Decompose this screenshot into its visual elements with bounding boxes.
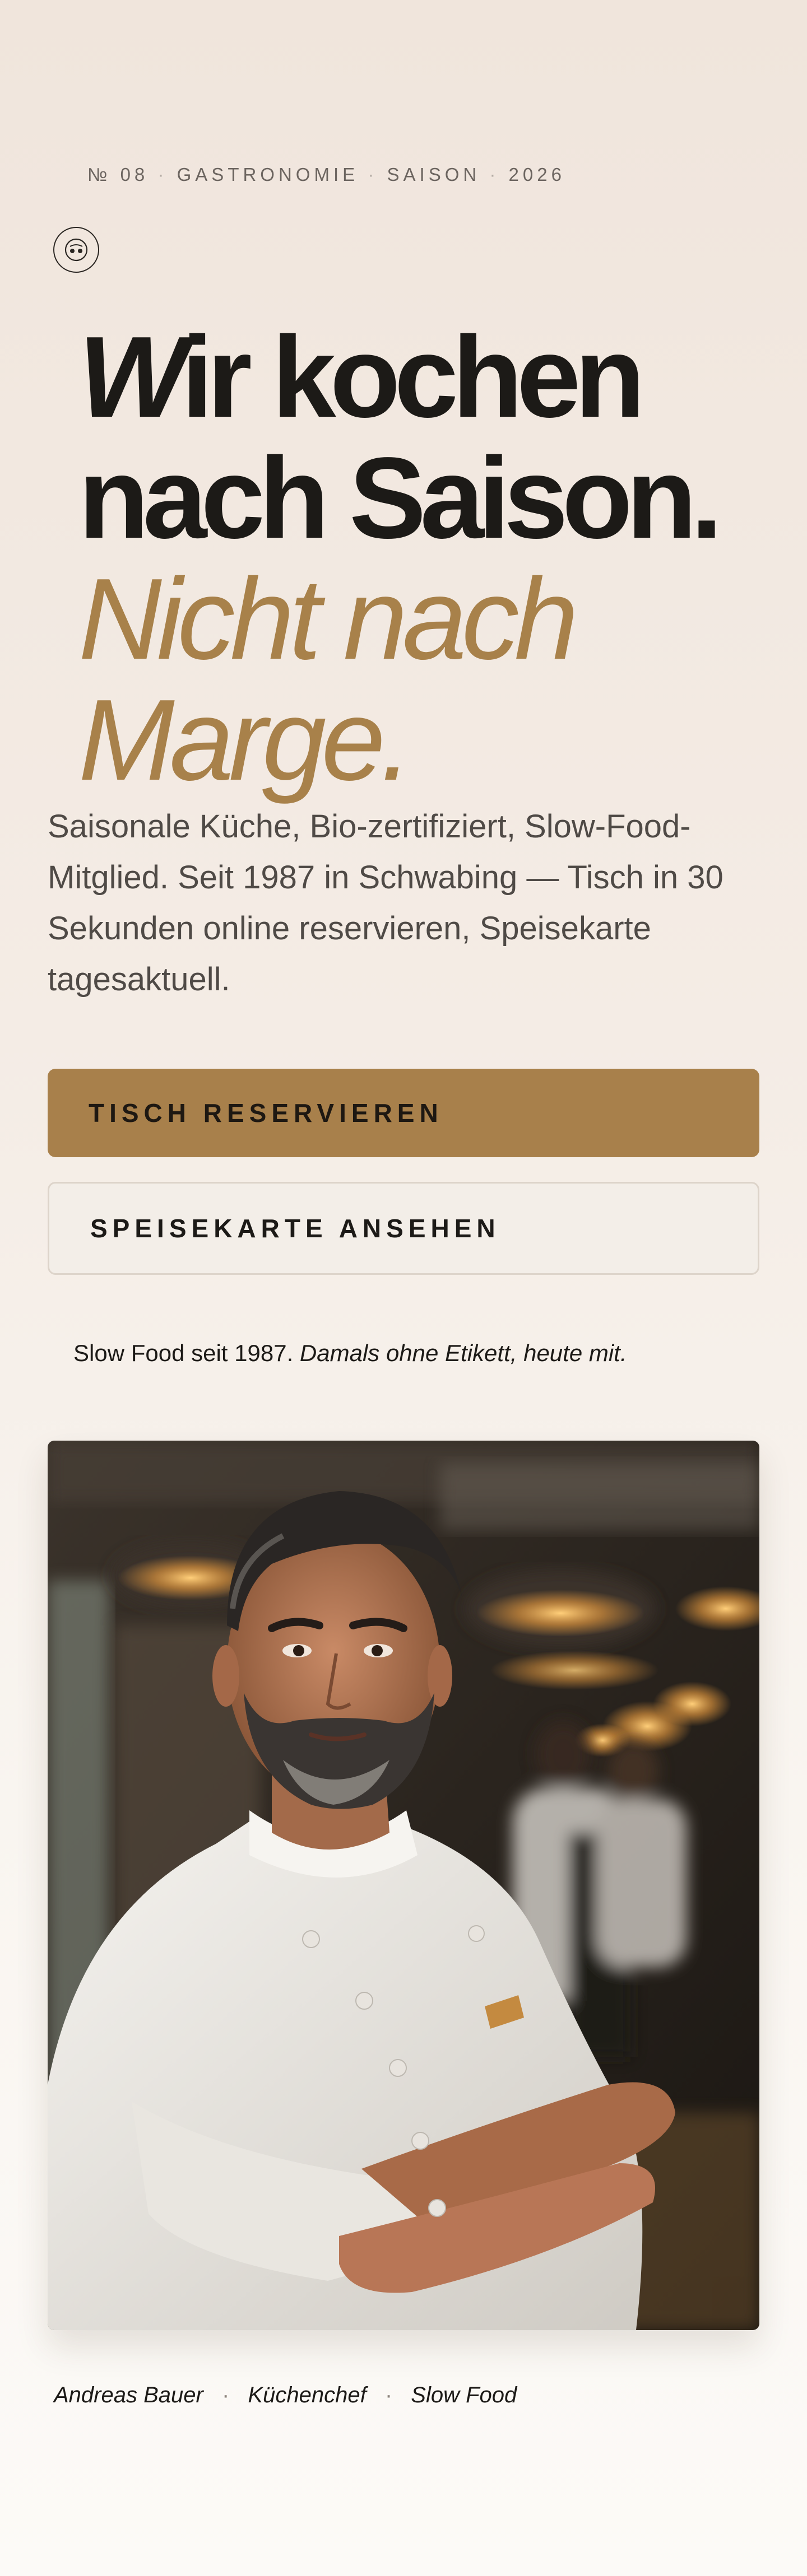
issue-season: SAISON [387, 164, 481, 185]
slow-food-note: Slow Food seit 1987. Damals ohne Etikett… [73, 1340, 627, 1367]
eyebrow-separator: · [368, 164, 378, 185]
headline-line-4: Marge. [78, 676, 412, 804]
chef-tag: Slow Food [411, 2383, 517, 2407]
eyebrow-separator: · [489, 164, 500, 185]
issue-year: 2026 [508, 164, 565, 185]
chef-face-icon [64, 238, 88, 262]
chef-badge-icon [53, 227, 99, 273]
photo-caption: Andreas Bauer · Küchenchef · Slow Food [54, 2383, 517, 2408]
chef-portrait-image [48, 1441, 759, 2330]
reserve-table-button[interactable]: TISCH RESERVIEREN [48, 1069, 759, 1157]
chef-name: Andreas Bauer [54, 2383, 203, 2407]
view-menu-button[interactable]: SPEISEKARTE ANSEHEN [48, 1182, 759, 1275]
headline-initial: W [78, 313, 187, 441]
issue-category: GASTRONOMIE [177, 164, 359, 185]
caption-separator: · [384, 2383, 393, 2407]
headline-line-2: nach Saison. [78, 434, 723, 562]
issue-eyebrow: № 08 · GASTRONOMIE · SAISON · 2026 [87, 164, 565, 185]
slow-food-note-text: Slow Food seit 1987. [73, 1340, 294, 1366]
hero-lede: Saisonale Küche, Bio-zertifiziert, Slow-… [48, 808, 723, 998]
caption-separator: · [221, 2383, 230, 2407]
slow-food-note-italic: Damals ohne Etikett, heute mit. [299, 1340, 627, 1366]
headline-line-3: Nicht nach [78, 555, 578, 683]
hero-headline: Wir kochen nach Saison. Nicht nach Marge… [78, 316, 723, 804]
chef-portrait-photo [48, 1441, 759, 2330]
issue-number: № 08 [87, 164, 149, 185]
chef-role: Küchenchef [248, 2383, 367, 2407]
eyebrow-separator: · [157, 164, 168, 185]
headline-line-1: Wir kochen [78, 316, 717, 437]
headline-line-1-text: ir kochen [181, 313, 645, 441]
